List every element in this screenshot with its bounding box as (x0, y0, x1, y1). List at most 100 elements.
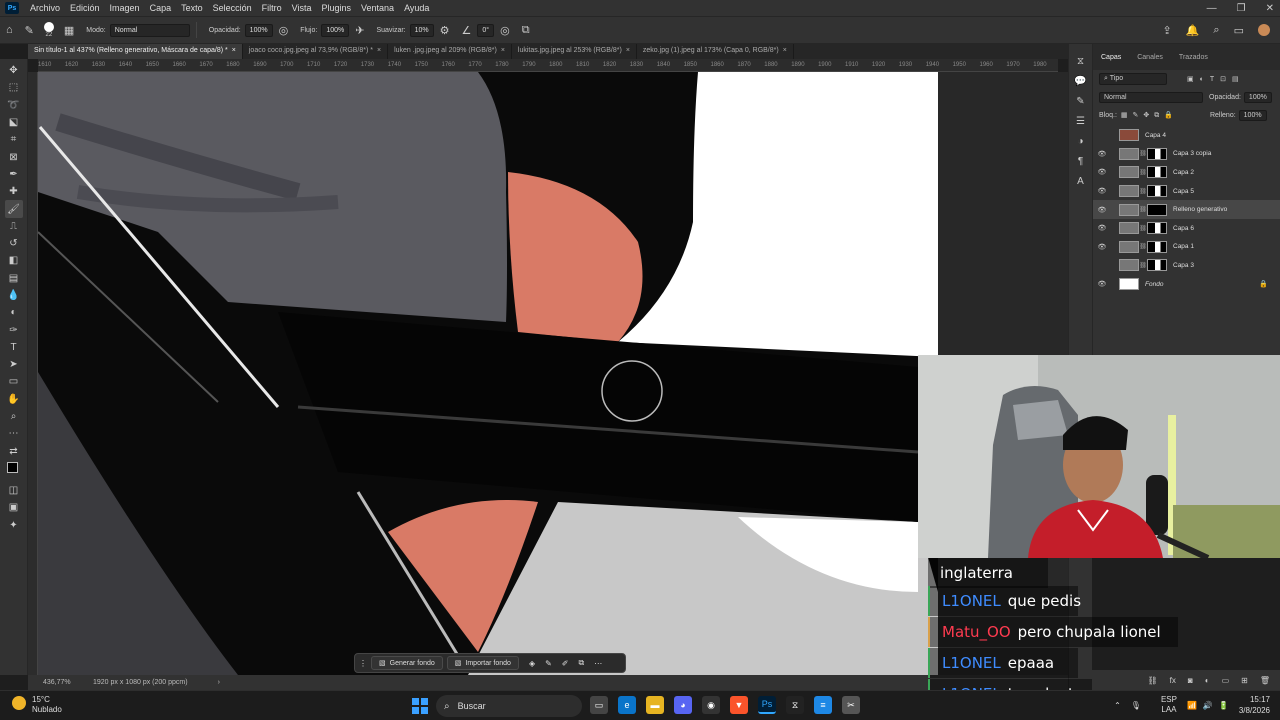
eraser-tool-icon[interactable]: ◧ (5, 252, 23, 269)
visibility-eye-icon[interactable]: 👁 (1093, 150, 1111, 158)
taskbar-search[interactable]: ⌕ Buscar (436, 695, 582, 717)
mask-link-icon[interactable]: ⛓ (1139, 262, 1147, 269)
user-avatar[interactable] (1258, 23, 1270, 36)
layer-mask-thumbnail[interactable] (1147, 185, 1167, 198)
layer-filter-select[interactable]: ⌕ Tipo (1099, 73, 1167, 85)
pressure-size-icon[interactable]: ◎ (500, 24, 510, 37)
restore-button[interactable]: ❐ (1237, 3, 1246, 14)
layer-mask-thumbnail[interactable] (1147, 259, 1167, 272)
import-background-button[interactable]: ▧ Importar fondo (446, 656, 519, 670)
airbrush-icon[interactable]: ✈ (355, 24, 364, 37)
learn-icon[interactable]: ⧖ (1077, 56, 1084, 67)
adjustments-icon[interactable]: ☰ (1076, 116, 1085, 127)
close-button[interactable]: ✕ (1266, 3, 1274, 14)
generate-background-button[interactable]: ▧ Generar fondo (371, 656, 443, 670)
clock[interactable]: 15:17 3/8/2026 (1239, 694, 1270, 716)
symmetry-icon[interactable]: ⧉ (522, 24, 530, 37)
tab-sin-titulo[interactable]: Sin título-1 al 437% (Relleno generativo… (28, 44, 243, 59)
rectangle-tool-icon[interactable]: ▭ (5, 373, 23, 390)
input-language[interactable]: ESP LAA (1161, 695, 1177, 715)
zoom-level[interactable]: 436,77% (43, 679, 88, 686)
zoom-tool-icon[interactable]: ⌕ (5, 408, 23, 425)
close-icon[interactable]: × (377, 47, 381, 54)
brush-alt-icon[interactable]: ✐ (562, 659, 569, 668)
brush-preset-picker[interactable]: 22 (43, 22, 54, 38)
mask-link-icon[interactable]: ⛓ (1139, 188, 1147, 195)
layer-thumbnail[interactable] (1119, 185, 1139, 198)
flow-field[interactable]: 100% (321, 23, 350, 37)
eyedropper-tool-icon[interactable]: ✒ (5, 166, 23, 183)
screen-mode-icon[interactable]: ▣ (5, 499, 23, 516)
link-layers-icon[interactable]: ⛓ (1148, 676, 1158, 685)
swap-colors-icon[interactable]: ⇄ (5, 443, 23, 460)
notepad-icon[interactable]: ≡ (814, 696, 832, 714)
fill-icon[interactable]: ◈ (529, 659, 535, 668)
gradient-tool-icon[interactable]: ▤ (5, 270, 23, 287)
notifications-icon[interactable]: 🔔 (1186, 24, 1200, 37)
layer-mask-thumbnail[interactable] (1147, 147, 1167, 160)
marquee-tool-icon[interactable]: ⬚ (5, 79, 23, 96)
layer-row[interactable]: Capa 4 (1093, 126, 1280, 145)
brush-settings-icon[interactable]: ▦ (64, 24, 74, 37)
layer-row[interactable]: 👁 ⛓ Capa 6 (1093, 219, 1280, 238)
tab-zeko[interactable]: zeko.jpg (1).jpeg al 173% (Capa 0, RGB/8… (637, 44, 794, 59)
layer-row[interactable]: 👁 ⛓ Capa 2 (1093, 163, 1280, 182)
generative-icon[interactable]: ✦ (5, 516, 23, 533)
lasso-tool-icon[interactable]: ➰ (5, 97, 23, 114)
comments-icon[interactable]: 💬 (1074, 76, 1086, 87)
task-view-icon[interactable]: ▭ (590, 696, 608, 714)
move-tool-icon[interactable]: ✥ (5, 62, 23, 79)
search-icon[interactable]: ⌕ (1213, 24, 1219, 37)
path-select-tool-icon[interactable]: ➤ (5, 356, 23, 373)
layer-thumbnail[interactable] (1119, 166, 1139, 179)
layer-mask-thumbnail[interactable] (1147, 203, 1167, 216)
opacity-field[interactable]: 100% (244, 23, 273, 37)
mask-link-icon[interactable]: ⛓ (1139, 150, 1147, 157)
visibility-eye-icon[interactable]: 👁 (1093, 168, 1111, 176)
object-select-tool-icon[interactable]: ⬕ (5, 114, 23, 131)
layer-opacity-field[interactable]: 100% (1243, 91, 1272, 103)
layer-row[interactable]: 👁 ⛓ Capa 3 copia (1093, 145, 1280, 164)
mask-link-icon[interactable]: ⛓ (1139, 243, 1147, 250)
brush-tool-icon[interactable]: 🖌 (4, 200, 23, 218)
layer-row[interactable]: 👁 Fondo 🔒 (1093, 275, 1280, 294)
layer-thumbnail[interactable] (1119, 278, 1139, 291)
quick-mask-icon[interactable]: ◫ (5, 482, 23, 499)
tab-canales[interactable]: Canales (1129, 54, 1171, 61)
close-icon[interactable]: × (783, 47, 787, 54)
mode-select[interactable]: Normal (109, 23, 190, 37)
brush-tool-icon[interactable]: ✎ (25, 24, 34, 37)
properties-icon[interactable]: ✎ (1076, 96, 1084, 107)
layer-row[interactable]: 👁 ⛓ Capa 1 (1093, 238, 1280, 257)
brush-icon[interactable]: ✎ (545, 659, 552, 668)
layer-thumbnail[interactable] (1119, 129, 1139, 142)
add-mask-icon[interactable]: ◙ (1188, 676, 1193, 685)
windows-start-icon[interactable] (412, 698, 428, 714)
color-icon[interactable]: ◑ (1077, 136, 1083, 147)
group-icon[interactable]: ▭ (1222, 676, 1230, 685)
home-icon[interactable]: ⌂ (6, 24, 13, 36)
drag-handle-icon[interactable]: ⋮ (359, 659, 367, 668)
angle-field[interactable]: 0° (477, 23, 495, 37)
tab-luken[interactable]: luken .jpg.jpeg al 209% (RGB/8*) × (388, 44, 512, 59)
mask-link-icon[interactable]: ⛓ (1139, 206, 1147, 213)
tab-lukitas[interactable]: lukitas.jpg.jpeg al 253% (RGB/8*) × (512, 44, 637, 59)
wifi-icon[interactable]: 📶 (1187, 701, 1197, 710)
frame-tool-icon[interactable]: ⊠ (5, 148, 23, 165)
workspace-icon[interactable]: ▭ (1234, 24, 1244, 37)
layer-thumbnail[interactable] (1119, 259, 1139, 272)
menu-archivo[interactable]: Archivo (25, 3, 65, 13)
new-layer-icon[interactable]: ⊞ (1241, 676, 1248, 685)
history-brush-tool-icon[interactable]: ↺ (5, 235, 23, 252)
photoshop-icon[interactable]: Ps (758, 696, 776, 714)
menu-ventana[interactable]: Ventana (356, 3, 399, 13)
volume-icon[interactable]: 🔊 (1203, 701, 1213, 710)
lock-icons[interactable]: ▦✎✥⧉🔒 (1121, 111, 1178, 120)
layer-row[interactable]: ⛓ Capa 3 (1093, 256, 1280, 275)
obs-icon[interactable]: ◉ (702, 696, 720, 714)
menu-edicion[interactable]: Edición (65, 3, 105, 13)
menu-vista[interactable]: Vista (287, 3, 317, 13)
tab-capas[interactable]: Capas (1093, 54, 1129, 61)
visibility-eye-icon[interactable]: 👁 (1093, 280, 1111, 288)
mask-link-icon[interactable]: ⛓ (1139, 169, 1147, 176)
